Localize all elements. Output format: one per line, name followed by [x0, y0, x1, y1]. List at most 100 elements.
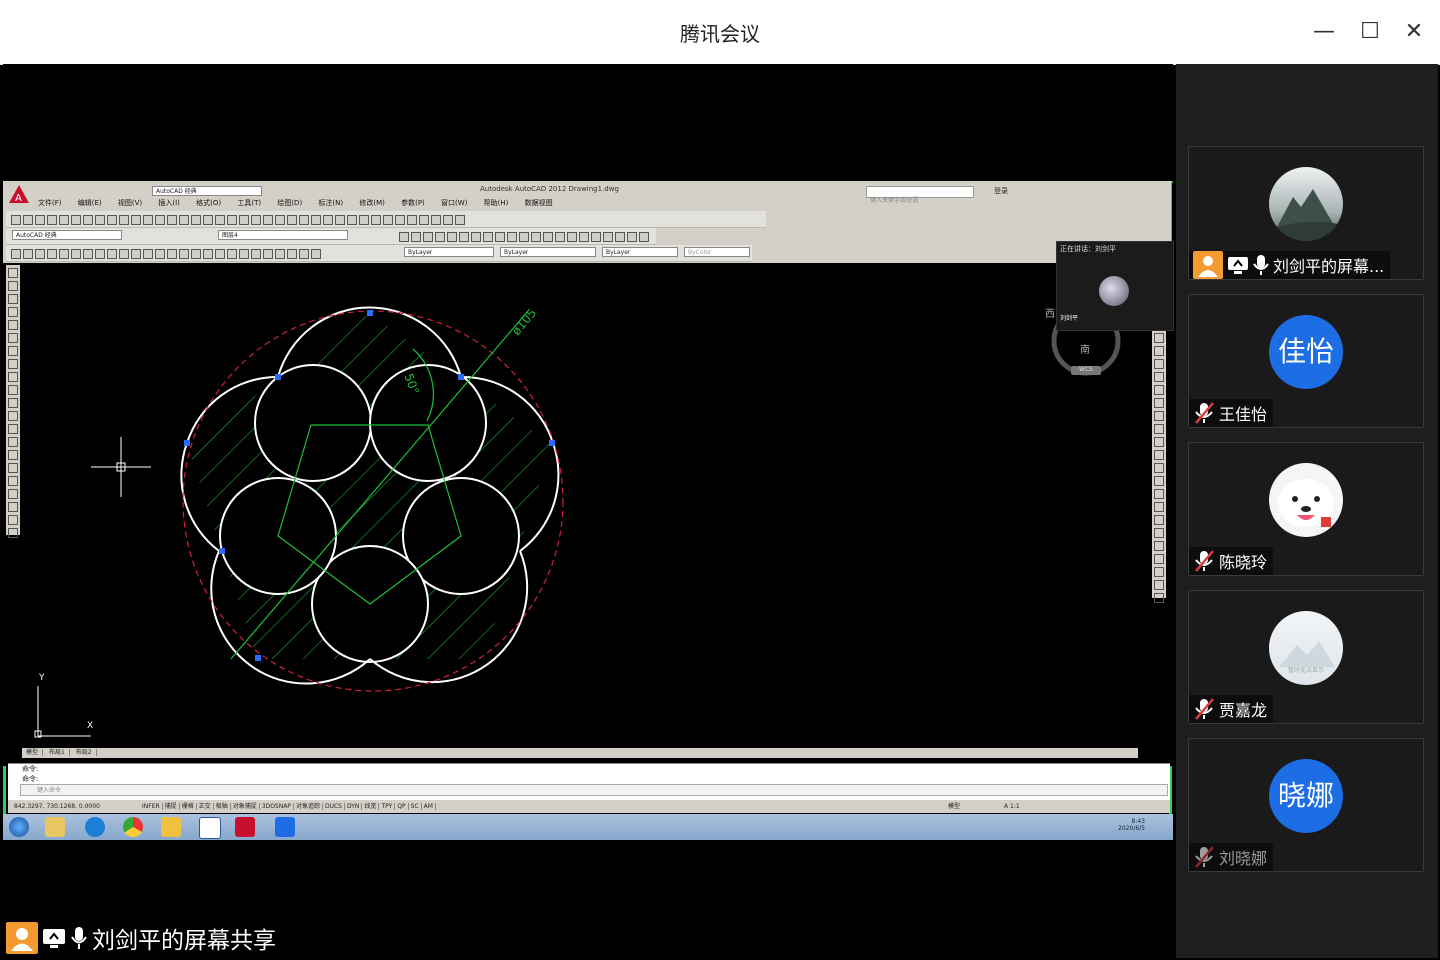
autocad-taskbar-icon[interactable] — [235, 817, 255, 837]
mode-polar[interactable]: 极轴 — [213, 803, 231, 810]
autocad-menubar: 文件(F) 编辑(E) 视图(V) 插入(I) 格式(O) 工具(T) 绘图(D… — [38, 198, 567, 208]
autocad-logo-icon[interactable]: A — [8, 184, 30, 204]
photo-viewer-icon[interactable] — [161, 817, 181, 837]
mode-infer[interactable]: INFER — [140, 803, 163, 810]
mode-grid[interactable]: 栅格 — [179, 803, 197, 810]
participant-name: 陈晓玲 — [1219, 553, 1268, 572]
participant-card[interactable]: 晓娜 刘晓娜 — [1188, 738, 1424, 872]
share-border-left-bottom — [3, 766, 6, 814]
annotation-scale[interactable]: A 1:1 — [1004, 800, 1020, 813]
close-button[interactable]: ✕ — [1400, 18, 1428, 46]
host-person-icon — [1193, 251, 1223, 279]
grip — [458, 374, 464, 380]
mode-snap[interactable]: 捕捉 — [162, 803, 180, 810]
sharer-label: 刘剑平的屏幕共享 — [6, 920, 276, 956]
mode-tpy[interactable]: TPY — [379, 803, 396, 810]
grip — [184, 440, 190, 446]
participant-card[interactable]: 陈晓玲 — [1188, 442, 1424, 576]
tencent-meeting-taskbar-icon[interactable] — [275, 817, 295, 837]
participant-card[interactable]: 暂时无法显示 贾嘉龙 — [1188, 590, 1424, 724]
microphone-muted-icon — [1195, 550, 1214, 572]
menu-format[interactable]: 格式(O) — [196, 199, 221, 207]
modify-toolbar-left[interactable] — [6, 265, 20, 538]
command-input[interactable]: 键入命令 — [20, 784, 1168, 796]
menu-draw[interactable]: 绘图(D) — [277, 199, 302, 207]
mode-qp[interactable]: QP — [395, 803, 409, 810]
viewcube-west[interactable]: 西 — [1045, 305, 1055, 320]
model-space-button[interactable]: 模型 — [948, 800, 960, 813]
grip — [367, 310, 373, 316]
layout-tabs: 模型 布局1 布局2 — [22, 748, 1138, 758]
tab-layout2[interactable]: 布局2 — [71, 749, 97, 756]
menu-dimension[interactable]: 标注(N) — [318, 199, 343, 207]
svg-text:A: A — [15, 193, 22, 204]
wcs-button[interactable]: WCS — [1071, 366, 1101, 375]
workspace-combo[interactable]: AutoCAD 经典 — [152, 186, 262, 196]
sharer-name: 刘剑平的屏幕共享 — [92, 928, 276, 954]
participant-namebar: 刘剑平的屏幕... — [1189, 251, 1391, 279]
mode-ortho[interactable]: 正交 — [196, 803, 214, 810]
speaking-indicator: 正在讲话：刘剑平 — [1060, 245, 1116, 253]
workspace-combo-2[interactable]: AutoCAD 经典 — [12, 230, 122, 240]
tab-layout1[interactable]: 布局1 — [44, 749, 70, 756]
command-history-line: 命令: — [22, 775, 39, 783]
title-bar: 腾讯会议 — ☐ ✕ — [0, 0, 1440, 65]
draw-toolbar-icons[interactable] — [398, 229, 650, 242]
menu-help[interactable]: 帮助(H) — [484, 199, 509, 207]
menu-insert[interactable]: 插入(I) — [158, 199, 180, 207]
menu-parameters[interactable]: 参数(P) — [401, 199, 425, 207]
chrome-browser-icon[interactable] — [123, 817, 143, 837]
standard-toolbar — [6, 211, 766, 228]
microphone-icon — [71, 927, 87, 949]
menu-edit[interactable]: 编辑(E) — [78, 199, 102, 207]
color-combo[interactable]: ByLayer — [404, 247, 494, 257]
menu-modify[interactable]: 修改(M) — [359, 199, 385, 207]
mode-osnap[interactable]: 对象捕捉 — [230, 803, 260, 810]
tab-model[interactable]: 模型 — [22, 749, 44, 756]
participant-name: 刘晓娜 — [1219, 849, 1268, 868]
word-icon[interactable] — [199, 817, 221, 839]
menu-file[interactable]: 文件(F) — [38, 199, 62, 207]
participant-card[interactable]: 佳怡 王佳怡 — [1188, 294, 1424, 428]
menu-view[interactable]: 视图(V) — [118, 199, 142, 207]
properties-toolbar: ByLayer ByLayer ByLayer ByColor — [6, 245, 752, 262]
menu-dataview[interactable]: 数据视图 — [525, 199, 553, 207]
edge-browser-icon[interactable] — [85, 817, 105, 837]
plotstyle-combo[interactable]: ByColor — [684, 247, 750, 257]
viewcube-south[interactable]: 南 — [1080, 341, 1090, 356]
participant-namebar: 贾嘉龙 — [1189, 695, 1274, 723]
dimension-toolbar-icons[interactable] — [10, 246, 322, 259]
participant-avatar: 晓娜 — [1269, 759, 1343, 833]
participant-card[interactable]: 刘剑平的屏幕... — [1188, 146, 1424, 280]
mode-sc[interactable]: SC — [408, 803, 422, 810]
layer-combo[interactable]: 图层4 — [218, 230, 348, 240]
participant-avatar: 佳怡 — [1269, 315, 1343, 389]
autocad-status-bar: 842.3297, 730.1268, 0.0000 INFER 捕捉 栅格 正交 极轴… — [8, 800, 1170, 813]
crosshair-cursor — [91, 437, 151, 497]
grip — [549, 440, 555, 446]
menu-tools[interactable]: 工具(T) — [237, 199, 261, 207]
mode-am[interactable]: AM — [421, 803, 436, 810]
minimize-button[interactable]: — — [1310, 18, 1338, 46]
shared-screen: Y X ø105 50° 西 南 WCS — [3, 181, 1173, 840]
standard-toolbar-icons[interactable] — [10, 212, 466, 225]
modify-toolbar-right[interactable] — [1152, 330, 1166, 603]
start-button-icon[interactable] — [9, 817, 29, 837]
lineweight-combo[interactable]: ByLayer — [602, 247, 678, 257]
participant-avatar: 暂时无法显示 — [1269, 611, 1343, 685]
mode-dyn[interactable]: DYN — [344, 803, 363, 810]
grip — [219, 548, 225, 554]
participant-avatar — [1269, 463, 1343, 537]
participant-name: 刘剑平的屏幕... — [1273, 257, 1385, 276]
menu-window[interactable]: 窗口(W) — [441, 199, 467, 207]
mode-3dosnap[interactable]: 3DOSNAP — [259, 803, 294, 810]
maximize-button[interactable]: ☐ — [1356, 18, 1384, 46]
autocad-search-input[interactable]: 键入关键字或短语 — [866, 186, 974, 204]
linetype-combo[interactable]: ByLayer — [500, 247, 596, 257]
participant-avatar — [1269, 167, 1343, 241]
signin-link[interactable]: 登录 — [994, 186, 1008, 196]
mode-ducs[interactable]: DUCS — [322, 803, 345, 810]
file-explorer-icon[interactable] — [45, 817, 65, 837]
mode-lwt[interactable]: 线宽 — [362, 803, 380, 810]
mode-otrack[interactable]: 对象追踪 — [293, 803, 323, 810]
